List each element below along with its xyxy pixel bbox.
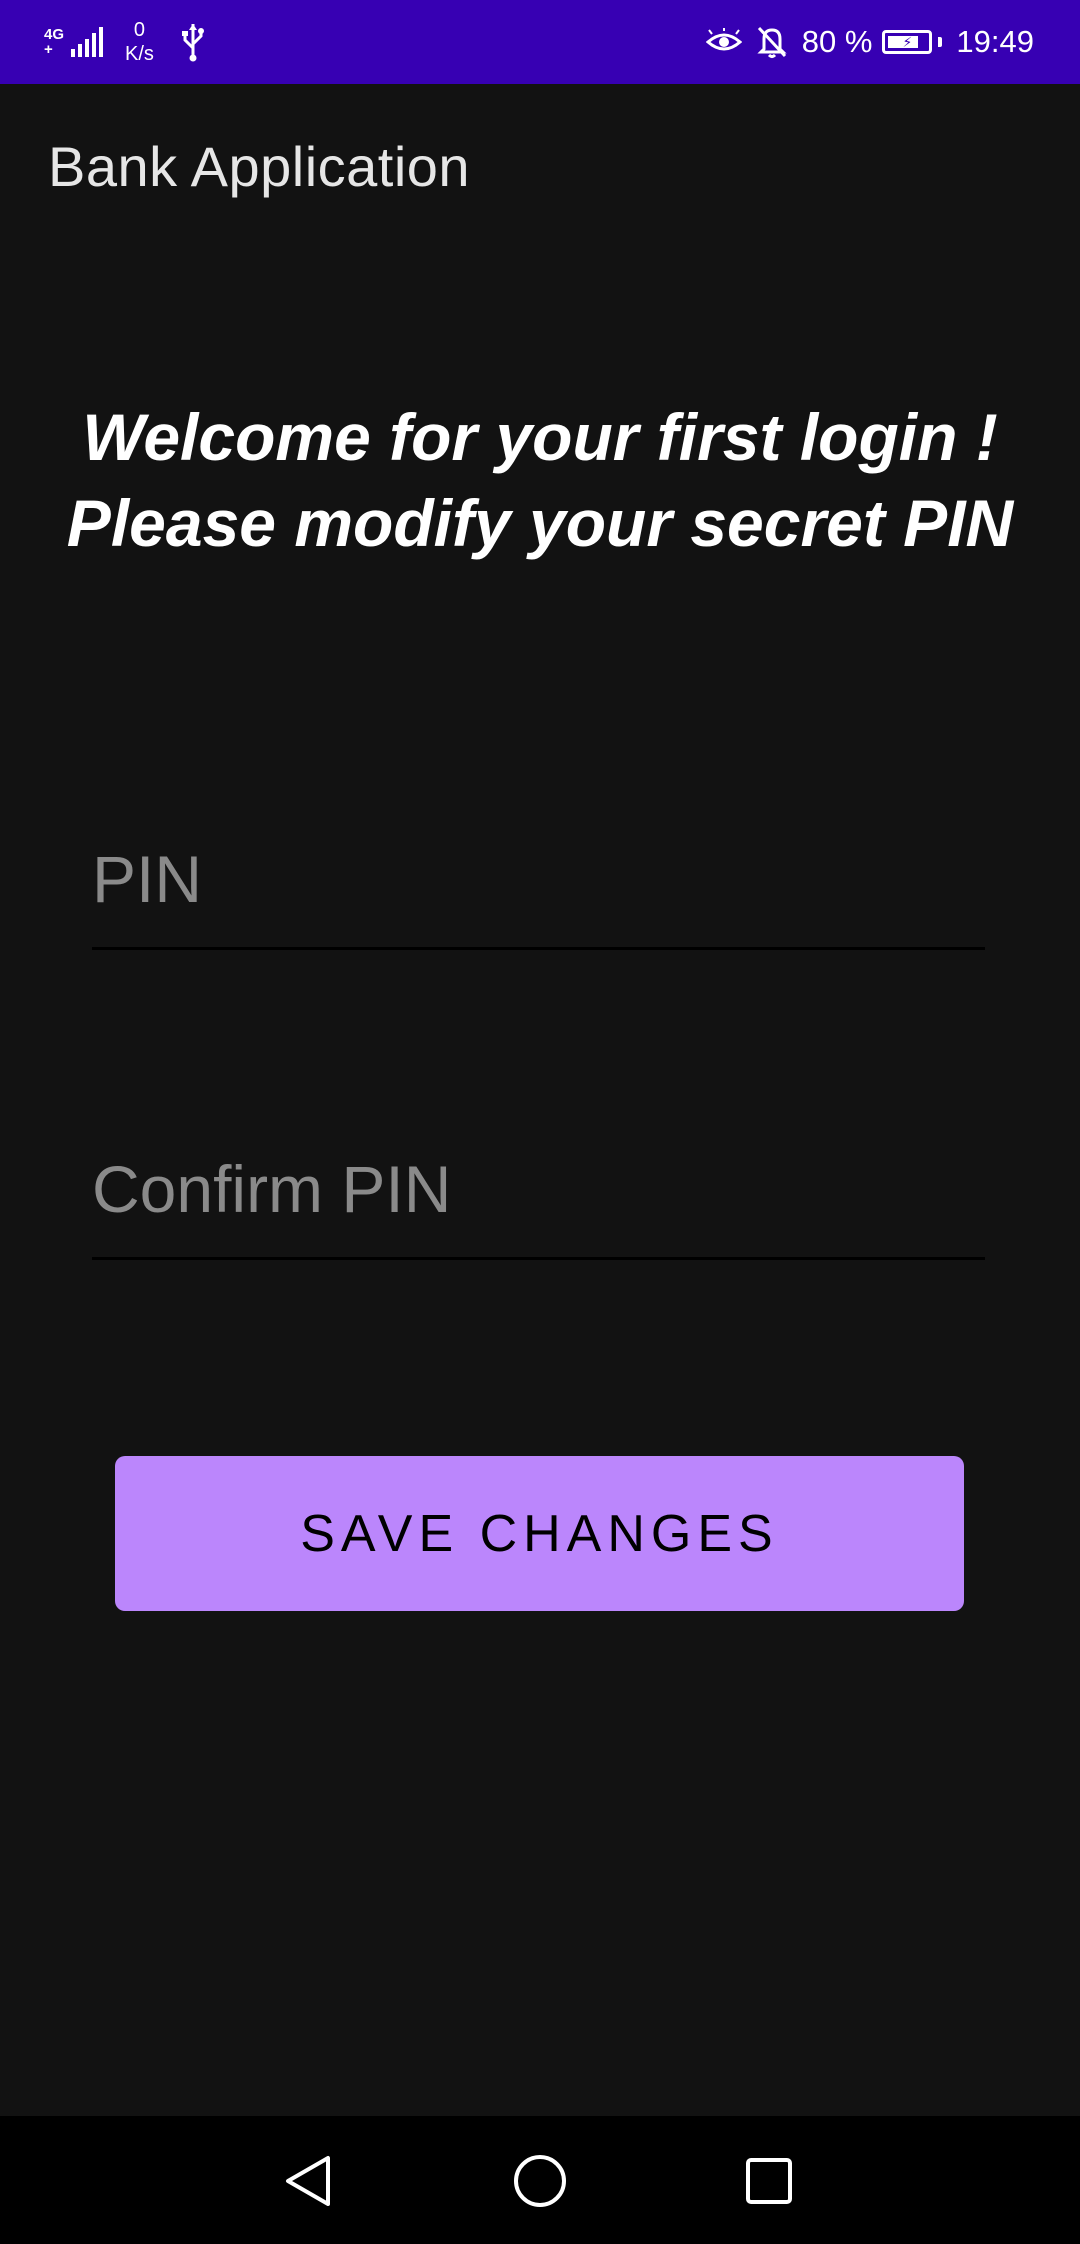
welcome-line-2: Please modify your secret PIN: [66, 486, 1014, 560]
pin-field: [92, 830, 985, 950]
welcome-line-1: Welcome for your first login !: [82, 400, 998, 474]
back-icon[interactable]: [274, 2146, 344, 2216]
battery-percent: 80 %: [801, 24, 873, 59]
welcome-message: Welcome for your first login ! Please mo…: [0, 394, 1080, 566]
navigation-bar: [0, 2116, 1080, 2244]
usb-icon: [181, 24, 204, 62]
network-speed: 0 K/s: [125, 18, 154, 66]
network-type-label: 4G: [44, 26, 65, 43]
network-speed-unit: K/s: [125, 43, 154, 65]
bell-muted-icon: [756, 25, 788, 59]
confirm-pin-field: [92, 1140, 985, 1260]
signal-icon: [68, 27, 104, 57]
network-speed-value: 0: [133, 19, 146, 41]
eye-comfort-icon: [705, 28, 742, 56]
app-title: Bank Application: [48, 135, 471, 198]
pin-input[interactable]: [92, 839, 985, 919]
status-left: 4G + 0 K/s: [44, 0, 206, 84]
recent-apps-icon[interactable]: [734, 2146, 804, 2216]
battery-charging-icon: ⚡: [882, 30, 933, 54]
status-bar: 4G + 0 K/s 80 % ⚡ 19:49: [0, 0, 1080, 84]
screen: 4G + 0 K/s 80 % ⚡ 19:49 Bank Application…: [0, 0, 1080, 2244]
network-type-sub: +: [44, 41, 53, 58]
status-time: 19:49: [956, 24, 1034, 59]
save-changes-button[interactable]: SAVE CHANGES: [115, 1456, 964, 1611]
battery-tip: [938, 37, 943, 47]
confirm-pin-input[interactable]: [92, 1149, 985, 1229]
status-right: 80 % ⚡ 19:49: [705, 0, 1034, 84]
home-icon[interactable]: [505, 2146, 575, 2216]
network-type: 4G +: [44, 27, 64, 57]
